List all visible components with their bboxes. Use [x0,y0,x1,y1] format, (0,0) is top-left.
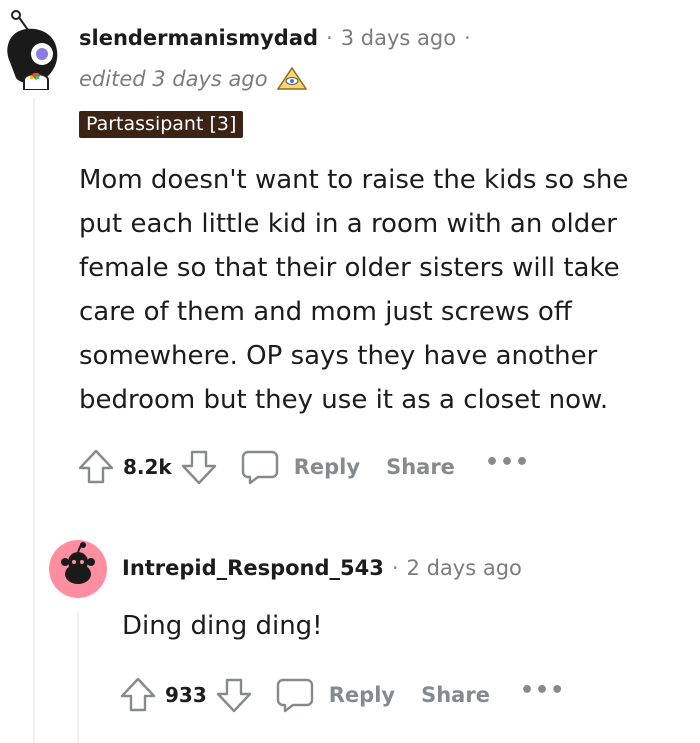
reply-icon[interactable] [275,676,315,714]
downvote-icon[interactable] [215,676,253,714]
avatar[interactable] [49,540,107,598]
share-button[interactable]: Share [421,683,490,707]
vote-score: 8.2k [123,455,172,479]
timestamp[interactable]: 2 days ago [407,556,522,580]
reply-comment-meta: Intrepid_Respond_543 · 2 days ago [122,556,522,580]
snoo-avatar-icon [7,10,58,91]
award-icon[interactable] [276,66,308,92]
more-options-button[interactable]: ••• [485,450,530,475]
separator-dot: · [326,26,333,50]
reply-comment-actions: 933 Reply Share ••• [119,676,565,714]
comment-actions: 8.2k Reply Share ••• [77,448,530,486]
comment-meta: slendermanismydad · 3 days ago · [79,26,479,50]
thread-line-main[interactable] [33,98,35,743]
user-flair-wrap: Partassipant [3] [79,111,244,138]
vote-score: 933 [165,683,207,707]
comment-body: Ding ding ding! [122,611,323,641]
separator-dot: · [391,556,399,580]
username[interactable]: slendermanismydad [79,26,318,50]
reply-button[interactable]: Reply [294,455,360,479]
snoo-default-avatar-icon [49,540,107,598]
separator-dot: · [464,26,471,50]
thread-line-reply[interactable] [77,612,79,743]
reply-button[interactable]: Reply [329,683,395,707]
edited-label: edited 3 days ago [79,67,268,91]
avatar[interactable] [2,10,64,91]
share-button[interactable]: Share [386,455,455,479]
user-flair: Partassipant [3] [79,111,244,138]
reply-icon[interactable] [240,448,280,486]
more-options-button[interactable]: ••• [520,678,565,703]
username[interactable]: Intrepid_Respond_543 [122,556,384,580]
comment-body: Mom doesn't want to raise the kids so sh… [79,165,629,415]
timestamp[interactable]: 3 days ago [341,26,456,50]
edited-row: edited 3 days ago [79,66,308,92]
downvote-icon[interactable] [180,448,218,486]
upvote-icon[interactable] [77,448,115,486]
upvote-icon[interactable] [119,676,157,714]
